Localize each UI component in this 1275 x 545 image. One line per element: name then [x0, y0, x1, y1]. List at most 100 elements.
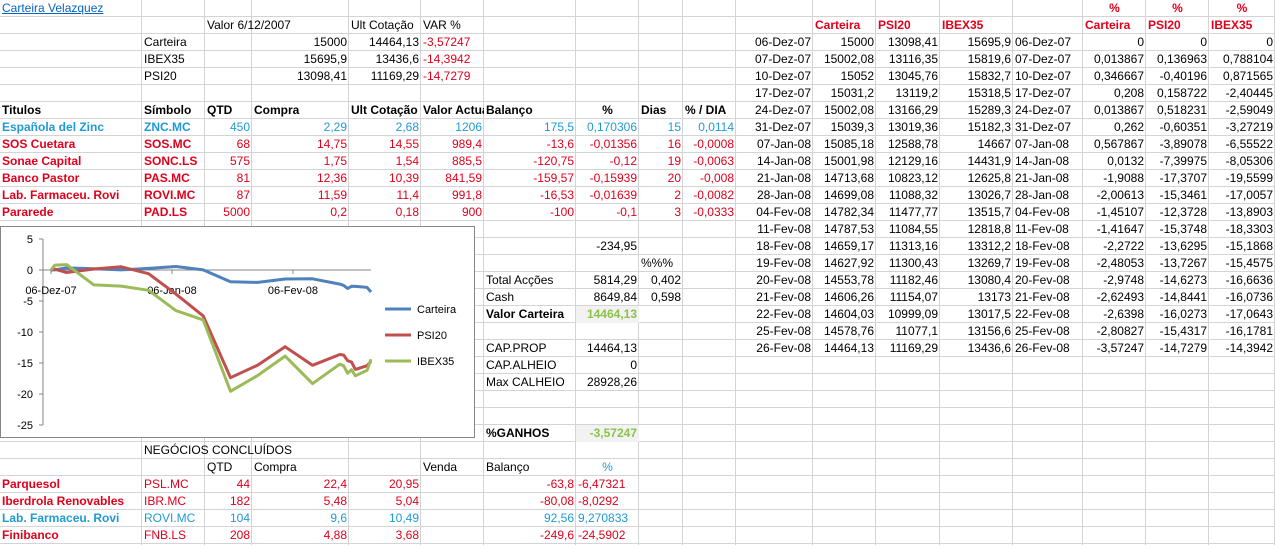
history-carteira[interactable]: 15001,98	[813, 153, 876, 170]
history-psi20[interactable]: 11169,29	[876, 340, 940, 357]
total-accoes-label[interactable]: Total Acções	[484, 272, 576, 289]
closed-qty[interactable]: 182	[205, 493, 252, 510]
holding-cell[interactable]: 991,8	[421, 187, 484, 204]
holding-cell[interactable]: 0,2	[252, 204, 349, 221]
pct-ibex35[interactable]: -15,4575	[1209, 255, 1275, 272]
history-psi20[interactable]: 11084,55	[876, 221, 940, 238]
ganhos-value[interactable]: -3,57247	[576, 425, 639, 442]
closed-buy[interactable]: 22,4	[252, 476, 349, 493]
history-psi20[interactable]: 11077,1	[876, 323, 940, 340]
sheet-title[interactable]: Carteira Velazquez	[0, 0, 142, 17]
pct-psi20[interactable]: -15,3461	[1146, 187, 1209, 204]
pct-date[interactable]: 28-Jan-08	[1013, 187, 1083, 204]
pct-psi20[interactable]: -7,39975	[1146, 153, 1209, 170]
pct-ibex35[interactable]: -15,1868	[1209, 238, 1275, 255]
cap-alheio-label[interactable]: CAP.ALHEIO	[484, 357, 576, 374]
holding-cell[interactable]: 81	[205, 170, 252, 187]
holding-name[interactable]: SOS Cuetara	[0, 136, 142, 153]
holding-cell[interactable]: -0,0063	[683, 153, 736, 170]
holding-cell[interactable]: 1206	[421, 119, 484, 136]
pct-ibex35[interactable]: -16,6636	[1209, 272, 1275, 289]
closed-header[interactable]: Venda	[421, 459, 484, 476]
closed-balance[interactable]: -249,6	[484, 527, 576, 544]
history-carteira[interactable]: 14606,26	[813, 289, 876, 306]
holding-cell[interactable]: ROVI.MC	[142, 187, 205, 204]
pct-date[interactable]: 11-Fev-08	[1013, 221, 1083, 238]
history-ibex35[interactable]: 12625,8	[940, 170, 1013, 187]
pct-date[interactable]: 17-Dez-07	[1013, 85, 1083, 102]
holding-cell[interactable]: 3	[639, 204, 683, 221]
holding-cell[interactable]: 900	[421, 204, 484, 221]
closed-qty[interactable]: 208	[205, 527, 252, 544]
summary-var[interactable]: -14,3942	[421, 51, 484, 68]
holding-name[interactable]: Española del Zinc	[0, 119, 142, 136]
holding-cell[interactable]: 1,75	[252, 153, 349, 170]
summary-header[interactable]: VAR %	[421, 17, 484, 34]
summary-header[interactable]: Valor 6/12/2007	[205, 17, 349, 34]
history-carteira[interactable]: 15000	[813, 34, 876, 51]
total-balance[interactable]: -234,95	[484, 238, 639, 255]
history-carteira[interactable]: 14659,17	[813, 238, 876, 255]
history-ibex35[interactable]: 13173	[940, 289, 1013, 306]
total-accoes-value[interactable]: 5814,29	[576, 272, 639, 289]
pct-ibex35[interactable]: -3,27219	[1209, 119, 1275, 136]
holding-cell[interactable]: 2,29	[252, 119, 349, 136]
pct-ibex35[interactable]: -13,8903	[1209, 204, 1275, 221]
pct-date[interactable]: 31-Dez-07	[1013, 119, 1083, 136]
pct-ibex35[interactable]: -16,0736	[1209, 289, 1275, 306]
pct-date[interactable]: 18-Fev-08	[1013, 238, 1083, 255]
pct-header[interactable]: Carteira	[1083, 17, 1146, 34]
history-psi20[interactable]: 13045,76	[876, 68, 940, 85]
summary-start-value[interactable]: 15695,9	[205, 51, 349, 68]
closed-symbol[interactable]: ROVI.MC	[142, 510, 205, 527]
history-date[interactable]: 06-Dez-07	[736, 34, 813, 51]
history-carteira[interactable]: 14713,68	[813, 170, 876, 187]
closed-qty[interactable]: 44	[205, 476, 252, 493]
history-header[interactable]: PSI20	[876, 17, 940, 34]
holding-cell[interactable]: 14,55	[349, 136, 421, 153]
closed-sell[interactable]: 5,04	[349, 493, 421, 510]
history-carteira[interactable]: 14578,76	[813, 323, 876, 340]
history-ibex35[interactable]: 13269,7	[940, 255, 1013, 272]
total-accoes-pct[interactable]: 0,402	[639, 272, 683, 289]
holding-cell[interactable]: -13,6	[484, 136, 576, 153]
closed-name[interactable]: Finibanco	[0, 527, 142, 544]
pct-carteira[interactable]: -2,80827	[1083, 323, 1146, 340]
pct-carteira[interactable]: 0,567867	[1083, 136, 1146, 153]
history-psi20[interactable]: 13098,41	[876, 34, 940, 51]
pct-date[interactable]: 07-Jan-08	[1013, 136, 1083, 153]
closed-pct[interactable]: -6,47321	[576, 476, 639, 493]
summary-var[interactable]: -14,7279	[421, 68, 484, 85]
holdings-header[interactable]: Ult Cotação	[349, 102, 421, 119]
holding-cell[interactable]: 0,0114	[683, 119, 736, 136]
closed-pct[interactable]: -24,5902	[576, 527, 639, 544]
history-psi20[interactable]: 12588,78	[876, 136, 940, 153]
history-carteira[interactable]: 15052	[813, 68, 876, 85]
pct-psi20[interactable]: -13,6295	[1146, 238, 1209, 255]
pct-date[interactable]: 10-Dez-07	[1013, 68, 1083, 85]
pct-date[interactable]: 25-Fev-08	[1013, 323, 1083, 340]
history-date[interactable]: 21-Jan-08	[736, 170, 813, 187]
closed-symbol[interactable]: IBR.MC	[142, 493, 205, 510]
history-carteira[interactable]: 15002,08	[813, 102, 876, 119]
holding-cell[interactable]: 12,36	[252, 170, 349, 187]
pct-psi20[interactable]: -15,4317	[1146, 323, 1209, 340]
history-psi20[interactable]: 13019,36	[876, 119, 940, 136]
holding-cell[interactable]: PAD.LS	[142, 204, 205, 221]
holding-cell[interactable]: 1,54	[349, 153, 421, 170]
history-ibex35[interactable]: 15819,6	[940, 51, 1013, 68]
holding-cell[interactable]: -159,57	[484, 170, 576, 187]
holding-cell[interactable]: 5000	[205, 204, 252, 221]
closed-pct[interactable]: 9,270833	[576, 510, 639, 527]
history-psi20[interactable]: 11300,43	[876, 255, 940, 272]
closed-balance[interactable]: 92,56	[484, 510, 576, 527]
holding-cell[interactable]: -0,01639	[576, 187, 639, 204]
history-date[interactable]: 26-Fev-08	[736, 340, 813, 357]
pct-psi20[interactable]: -12,3728	[1146, 204, 1209, 221]
pct-psi20[interactable]: -15,3748	[1146, 221, 1209, 238]
holding-cell[interactable]: -0,15939	[576, 170, 639, 187]
closed-symbol[interactable]: PSL.MC	[142, 476, 205, 493]
history-ibex35[interactable]: 14431,9	[940, 153, 1013, 170]
pct-ibex35[interactable]: -2,40445	[1209, 85, 1275, 102]
pct-carteira[interactable]: -3,57247	[1083, 340, 1146, 357]
